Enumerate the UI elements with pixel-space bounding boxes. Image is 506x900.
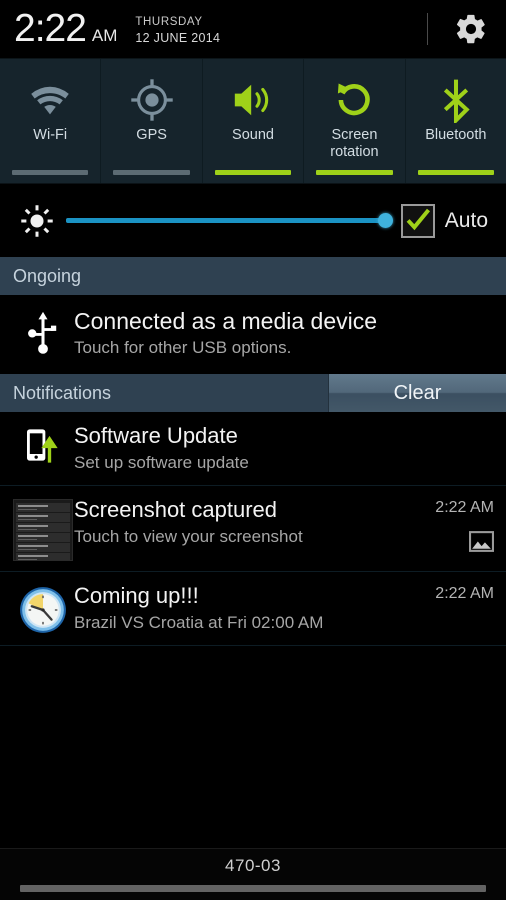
- ongoing-section-title: Ongoing: [13, 265, 82, 286]
- volume-icon: [234, 84, 269, 116]
- brightness-slider[interactable]: [66, 211, 393, 231]
- checkmark-icon: [406, 208, 430, 230]
- notification-usb[interactable]: Connected as a media device Touch for ot…: [0, 295, 506, 374]
- quick-toggle-sound-label: Sound: [232, 127, 274, 143]
- usb-icon: [28, 311, 57, 354]
- weekday-label: THURSDAY: [135, 16, 203, 28]
- date-label: 12 JUNE 2014: [135, 31, 221, 45]
- notification-usb-subtitle: Touch for other USB options.: [74, 338, 292, 357]
- notification-shade: 2:22 AM THURSDAY 12 JUNE 2014 Wi-Fi GPS …: [0, 0, 506, 900]
- thumbnail-row: [16, 513, 70, 522]
- empty-shade-area: [0, 646, 506, 794]
- notification-screenshot-title: Screenshot captured: [74, 497, 278, 522]
- screenshot-thumbnail: [13, 499, 73, 561]
- wifi-icon: [31, 86, 69, 115]
- ongoing-section-header: Ongoing: [0, 257, 506, 295]
- gear-icon: [456, 14, 485, 44]
- date-block: THURSDAY 12 JUNE 2014: [135, 13, 220, 45]
- notification-software-update[interactable]: Software Update Set up software update: [0, 412, 506, 486]
- notification-coming-up-time: 2:22 AM: [435, 585, 494, 602]
- quick-toggle-bluetooth[interactable]: Bluetooth: [406, 59, 506, 183]
- notifications-section-title: Notifications: [13, 382, 112, 403]
- thumbnail-row: [16, 503, 70, 512]
- drag-handle[interactable]: [20, 885, 486, 892]
- brightness-fill: [66, 218, 389, 223]
- brightness-thumb[interactable]: [378, 213, 393, 228]
- gallery-image-icon: [469, 531, 494, 552]
- gps-icon: [130, 79, 173, 121]
- quick-toggle-screen-rotation[interactable]: Screen rotation: [304, 59, 406, 183]
- notification-coming-up[interactable]: Coming up!!! Brazil VS Croatia at Fri 02…: [0, 572, 506, 646]
- clock-time: 2:22: [14, 7, 87, 50]
- brightness-icon-wrap: [14, 204, 60, 238]
- volume-icon-wrap: [230, 75, 276, 125]
- screen-rotation-icon-wrap: [333, 75, 375, 125]
- screenshot-thumbnail-wrap: [12, 495, 74, 561]
- settings-button[interactable]: [450, 8, 492, 50]
- thumbnail-row: [16, 553, 70, 560]
- clock-ampm: AM: [91, 26, 118, 45]
- software-update-icon-wrap: [12, 421, 74, 465]
- notification-screenshot-subtitle: Touch to view your screenshot: [74, 527, 303, 546]
- screen-rotation-label-line2: rotation: [330, 144, 379, 160]
- quick-toggle-gps-label: GPS: [136, 127, 167, 143]
- quick-toggle-bluetooth-label: Bluetooth: [425, 127, 487, 143]
- brightness-row: Auto: [0, 183, 506, 257]
- quick-toggle-wifi[interactable]: Wi-Fi: [0, 59, 102, 183]
- notification-software-update-subtitle: Set up software update: [74, 453, 249, 472]
- alarm-clock-icon: [20, 587, 66, 633]
- notification-usb-title: Connected as a media device: [74, 308, 378, 334]
- clear-button[interactable]: Clear: [328, 374, 506, 412]
- notification-software-update-title: Software Update: [74, 423, 238, 448]
- notification-screenshot-body: Screenshot captured Touch to view your s…: [74, 495, 410, 549]
- notification-screenshot-time: 2:22 AM: [435, 499, 494, 516]
- quick-toggle-wifi-label: Wi-Fi: [33, 127, 68, 143]
- notification-coming-up-title: Coming up!!!: [74, 583, 199, 608]
- quick-toggle-sound[interactable]: Sound: [203, 59, 305, 183]
- screen-rotation-label-line1: Screen: [331, 127, 378, 143]
- quick-toggle-bluetooth-indicator: [417, 170, 494, 175]
- quick-toggle-sound-indicator: [214, 170, 292, 175]
- thumbnail-row: [16, 533, 70, 542]
- software-update-icon: [27, 429, 58, 463]
- notification-software-update-meta: [410, 421, 494, 425]
- gallery-image-icon-wrap: [469, 531, 494, 557]
- header-divider: [427, 13, 428, 45]
- auto-brightness-checkbox[interactable]: [400, 203, 435, 238]
- thumbnail-row: [16, 523, 70, 532]
- quick-toggle-gps-indicator: [113, 170, 190, 175]
- notification-coming-up-body: Coming up!!! Brazil VS Croatia at Fri 02…: [74, 581, 410, 635]
- quick-toggle-wifi-indicator: [12, 170, 89, 175]
- alarm-clock-icon-wrap: [12, 581, 74, 635]
- notification-coming-up-meta: 2:22 AM: [410, 581, 494, 603]
- notification-usb-body: Connected as a media device Touch for ot…: [74, 306, 494, 360]
- bluetooth-icon: [443, 79, 470, 123]
- quick-toggle-screen-rotation-indicator: [316, 170, 393, 175]
- notification-software-update-body: Software Update Set up software update: [74, 421, 410, 475]
- wifi-icon-wrap: [27, 75, 73, 125]
- auto-brightness-label: Auto: [444, 208, 488, 232]
- quick-toggle-gps[interactable]: GPS: [101, 59, 203, 183]
- brightness-icon: [21, 204, 53, 237]
- notification-coming-up-subtitle: Brazil VS Croatia at Fri 02:00 AM: [74, 613, 324, 632]
- notification-screenshot-meta: 2:22 AM: [410, 495, 494, 557]
- bluetooth-icon-wrap: [437, 75, 475, 125]
- thumbnail-row: [16, 543, 70, 552]
- quick-settings-row: Wi-Fi GPS Sound Screen rotation Bluetoot…: [0, 58, 506, 183]
- quick-toggle-screen-rotation-label: Screen rotation: [327, 127, 381, 161]
- shade-bottom-bar[interactable]: 470-03: [0, 848, 506, 900]
- status-header: 2:22 AM THURSDAY 12 JUNE 2014: [0, 0, 506, 58]
- gps-icon-wrap: [130, 75, 174, 125]
- carrier-label: 470-03: [225, 856, 281, 875]
- notification-screenshot[interactable]: Screenshot captured Touch to view your s…: [0, 486, 506, 572]
- screen-rotation-icon: [338, 83, 371, 116]
- notifications-section-header: Notifications Clear: [0, 374, 506, 412]
- usb-icon-wrap: [12, 306, 74, 356]
